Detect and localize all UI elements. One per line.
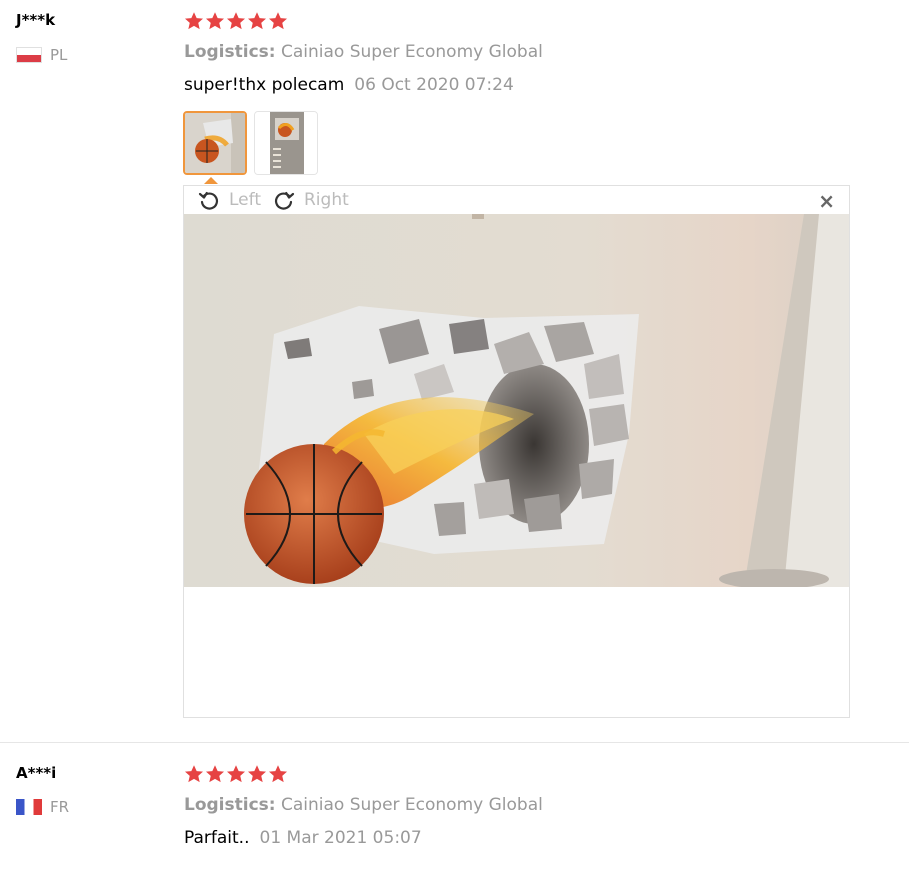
active-thumbnail-indicator <box>204 177 218 184</box>
star-icon <box>206 12 224 30</box>
close-icon[interactable]: × <box>818 189 835 213</box>
review-date: 01 Mar 2021 05:07 <box>259 828 422 848</box>
star-rating <box>184 11 288 31</box>
reviewer-name: J***k <box>16 11 56 29</box>
reviewer-country: PL <box>16 46 67 64</box>
star-icon <box>185 765 203 783</box>
country-code: PL <box>50 46 68 64</box>
review-thumbnails <box>183 111 318 175</box>
image-viewer: Left Right × <box>183 185 850 718</box>
review-item: J***k PL Logistics: Cainiao Super Econom… <box>0 0 909 742</box>
comment-text: super!thx polecam <box>184 75 345 95</box>
logistics-info: Logistics: Cainiao Super Economy Global <box>184 42 543 62</box>
rotate-left-button[interactable]: Left <box>197 188 261 212</box>
review-photo <box>184 214 849 587</box>
star-icon <box>248 12 266 30</box>
logistics-label: Logistics: <box>184 42 276 62</box>
rotate-left-icon <box>198 191 218 210</box>
rotate-left-label: Left <box>229 190 261 210</box>
reviewer-name: A***i <box>16 764 57 782</box>
star-icon <box>248 765 266 783</box>
review-thumbnail[interactable] <box>254 111 318 175</box>
review-thumbnail[interactable] <box>183 111 247 175</box>
reviewer-country: FR <box>16 798 69 816</box>
review-comment: Parfait.. 01 Mar 2021 05:07 <box>184 828 422 848</box>
logistics-label: Logistics: <box>184 795 276 815</box>
basketball-sticker-thumbnail <box>255 112 317 174</box>
comment-text: Parfait.. <box>184 828 250 848</box>
star-icon <box>227 765 245 783</box>
star-icon <box>206 765 224 783</box>
logistics-info: Logistics: Cainiao Super Economy Global <box>184 795 543 815</box>
logistics-value: Cainiao Super Economy Global <box>280 42 543 62</box>
review-date: 06 Oct 2020 07:24 <box>354 75 514 95</box>
poland-flag-icon <box>16 47 42 63</box>
france-flag-icon <box>16 799 42 815</box>
star-icon <box>269 12 287 30</box>
star-icon <box>269 765 287 783</box>
country-code: FR <box>50 798 70 816</box>
rotate-right-button[interactable]: Right <box>272 188 349 212</box>
rotate-right-icon <box>275 191 295 210</box>
basketball-sticker-thumbnail <box>185 113 245 173</box>
review-comment: super!thx polecam 06 Oct 2020 07:24 <box>184 75 514 95</box>
star-rating <box>184 764 288 784</box>
star-icon <box>185 12 203 30</box>
logistics-value: Cainiao Super Economy Global <box>280 795 543 815</box>
viewer-toolbar: Left Right × <box>184 186 849 214</box>
basketball-wall-sticker-photo <box>184 214 849 587</box>
review-item: A***i FR Logistics: Cainiao Super Econom… <box>0 742 909 880</box>
star-icon <box>227 12 245 30</box>
rotate-right-label: Right <box>304 190 349 210</box>
